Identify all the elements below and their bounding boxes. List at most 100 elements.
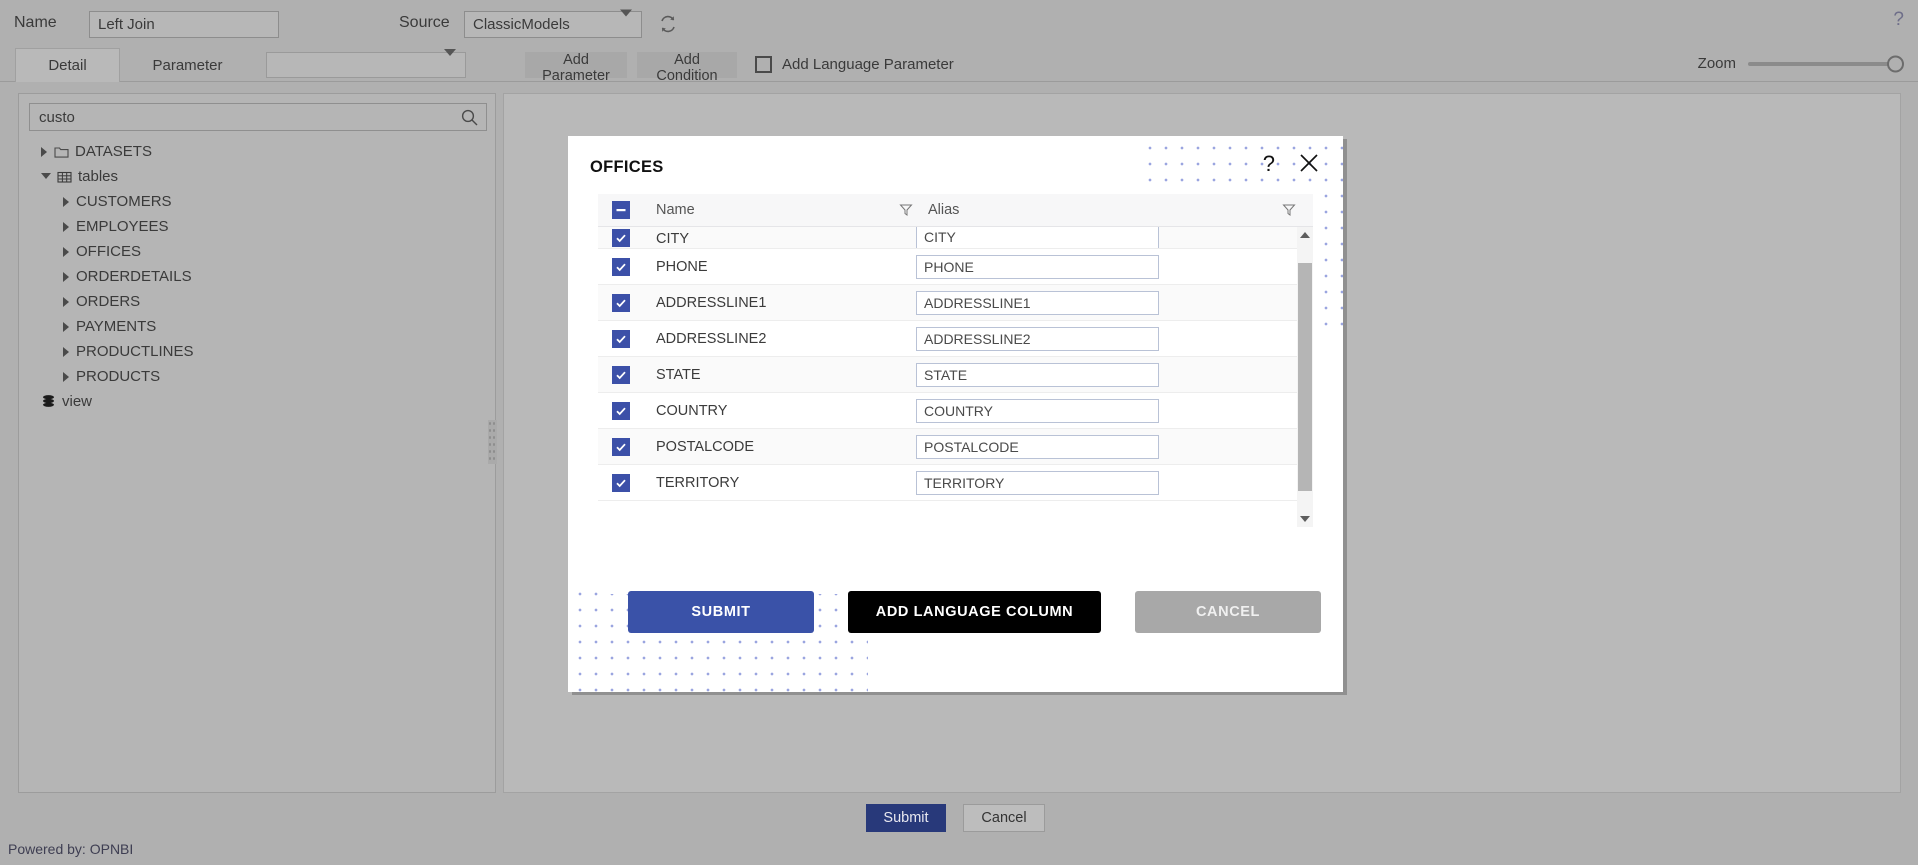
tree-item-datasets[interactable]: DATASETS xyxy=(19,139,495,164)
scroll-down-arrow-icon[interactable] xyxy=(1297,511,1313,527)
modal-help-icon[interactable]: ? xyxy=(1263,151,1275,177)
tree-item-label: OFFICES xyxy=(76,243,142,260)
source-label: Source xyxy=(399,14,450,31)
dataset-tree: DATASETS tables CUSTOMERS EMPLOYEES OFFICES O… xyxy=(19,139,495,414)
application-window: Name Source ClassicModels ? Detail Param… xyxy=(0,0,1918,865)
tree-item-label: PAYMENTS xyxy=(76,318,157,335)
row-checkbox[interactable] xyxy=(612,329,630,348)
tree-item-orders[interactable]: ORDERS xyxy=(19,289,495,314)
alias-input[interactable] xyxy=(916,435,1159,459)
help-icon[interactable]: ? xyxy=(1893,9,1904,31)
tree-item-tables[interactable]: tables xyxy=(19,164,495,189)
alias-input[interactable] xyxy=(916,255,1159,279)
modal-title: OFFICES xyxy=(590,158,664,176)
chevron-right-icon[interactable] xyxy=(63,321,69,332)
select-all-checkbox[interactable] xyxy=(612,201,630,219)
cancel-button[interactable]: Cancel xyxy=(963,804,1045,832)
tree-item-productlines[interactable]: PRODUCTLINES xyxy=(19,339,495,364)
modal-cancel-button[interactable]: CANCEL xyxy=(1135,591,1321,633)
row-checkbox[interactable] xyxy=(612,401,630,420)
tree-item-label: PRODUCTLINES xyxy=(76,343,194,360)
grid-rows: CITY PHONE ADDRESSLINE1 ADDRESSLINE2 STATE CO… xyxy=(598,227,1313,501)
search-box[interactable] xyxy=(29,103,487,131)
chevron-right-icon[interactable] xyxy=(63,196,69,207)
alias-input[interactable] xyxy=(916,399,1159,423)
grid-header-row: Name Alias xyxy=(598,194,1313,227)
grid-body: CITY PHONE ADDRESSLINE1 ADDRESSLINE2 STATE CO… xyxy=(598,227,1313,527)
scroll-up-arrow-icon[interactable] xyxy=(1297,227,1313,243)
add-language-parameter-label: Add Language Parameter xyxy=(782,56,954,73)
refresh-icon[interactable] xyxy=(658,14,678,34)
tab-parameter[interactable]: Parameter xyxy=(135,48,240,82)
tree-item-view[interactable]: view xyxy=(19,389,495,414)
scrollbar-thumb[interactable] xyxy=(1298,263,1312,491)
powered-by-label: Powered by: OPNBI xyxy=(8,841,134,857)
panel-splitter-handle[interactable] xyxy=(488,420,497,464)
row-checkbox[interactable] xyxy=(612,365,630,384)
folder-icon xyxy=(54,145,69,159)
tab-detail[interactable]: Detail xyxy=(15,48,120,82)
row-checkbox[interactable] xyxy=(612,257,630,276)
columns-grid: Name Alias CITY PHONE ADDRESSLINE1 ADDRESSL… xyxy=(598,194,1313,594)
table-row[interactable]: TERRITORY xyxy=(598,465,1313,501)
chevron-right-icon[interactable] xyxy=(63,221,69,232)
alias-input[interactable] xyxy=(916,227,1159,248)
table-row[interactable]: POSTALCODE xyxy=(598,429,1313,465)
submit-button[interactable]: Submit xyxy=(866,804,946,832)
tree-item-label: ORDERS xyxy=(76,293,141,310)
source-dropdown[interactable]: ClassicModels xyxy=(464,9,642,38)
bottom-action-bar: Submit Cancel Powered by: OPNBI xyxy=(0,793,1918,865)
chevron-right-icon[interactable] xyxy=(63,346,69,357)
tree-item-customers[interactable]: CUSTOMERS xyxy=(19,189,495,214)
close-icon[interactable] xyxy=(1299,153,1319,173)
modal-submit-button[interactable]: SUBMIT xyxy=(628,591,814,633)
chevron-right-icon[interactable] xyxy=(63,296,69,307)
chevron-down-icon[interactable] xyxy=(41,172,51,184)
row-checkbox[interactable] xyxy=(612,473,630,492)
tree-item-label: CUSTOMERS xyxy=(76,193,172,210)
tree-item-orderdetails[interactable]: ORDERDETAILS xyxy=(19,264,495,289)
add-parameter-button[interactable]: Add Parameter xyxy=(525,52,627,84)
tree-item-employees[interactable]: EMPLOYEES xyxy=(19,214,495,239)
add-condition-button[interactable]: Add Condition xyxy=(637,52,737,84)
column-name-cell: TERRITORY xyxy=(656,474,740,491)
alias-input[interactable] xyxy=(916,471,1159,495)
row-checkbox[interactable] xyxy=(612,437,630,456)
zoom-slider[interactable] xyxy=(1748,55,1904,72)
alias-input[interactable] xyxy=(916,327,1159,351)
column-name-cell: PHONE xyxy=(656,258,708,275)
table-row[interactable]: COUNTRY xyxy=(598,393,1313,429)
grid-vertical-scrollbar[interactable] xyxy=(1297,227,1313,527)
search-icon[interactable] xyxy=(461,109,478,131)
row-checkbox[interactable] xyxy=(612,293,630,312)
tree-item-label: ORDERDETAILS xyxy=(76,268,192,285)
column-name-cell: COUNTRY xyxy=(656,402,728,419)
table-row[interactable]: ADDRESSLINE2 xyxy=(598,321,1313,357)
filter-icon[interactable] xyxy=(1282,203,1296,222)
row-checkbox[interactable] xyxy=(612,229,630,247)
table-row[interactable]: CITY xyxy=(598,227,1313,249)
alias-input[interactable] xyxy=(916,363,1159,387)
table-row[interactable]: STATE xyxy=(598,357,1313,393)
parameter-dropdown[interactable] xyxy=(266,49,466,78)
name-input[interactable] xyxy=(89,11,279,38)
table-row[interactable]: PHONE xyxy=(598,249,1313,285)
search-input[interactable] xyxy=(30,104,450,130)
zoom-slider-handle[interactable] xyxy=(1887,55,1904,72)
tree-item-offices[interactable]: OFFICES xyxy=(19,239,495,264)
tree-item-payments[interactable]: PAYMENTS xyxy=(19,314,495,339)
filter-icon[interactable] xyxy=(899,203,913,222)
chevron-right-icon[interactable] xyxy=(63,371,69,382)
top-toolbar: Name Source ClassicModels ? xyxy=(0,0,1918,48)
tree-item-label: tables xyxy=(78,168,119,185)
tree-item-label: DATASETS xyxy=(75,143,152,160)
modal-action-buttons: SUBMIT ADD LANGUAGE COLUMN CANCEL xyxy=(628,591,1321,633)
chevron-right-icon[interactable] xyxy=(63,271,69,282)
add-language-parameter-checkbox[interactable] xyxy=(755,56,772,73)
modal-add-language-column-button[interactable]: ADD LANGUAGE COLUMN xyxy=(848,591,1101,633)
tree-item-products[interactable]: PRODUCTS xyxy=(19,364,495,389)
chevron-right-icon[interactable] xyxy=(41,146,47,157)
chevron-right-icon[interactable] xyxy=(63,246,69,257)
alias-input[interactable] xyxy=(916,291,1159,315)
table-row[interactable]: ADDRESSLINE1 xyxy=(598,285,1313,321)
